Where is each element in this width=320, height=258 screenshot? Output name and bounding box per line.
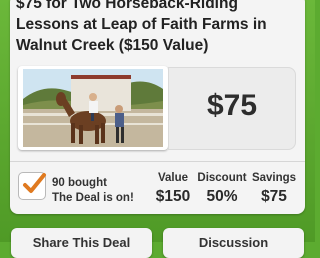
deal-photo[interactable] xyxy=(23,69,163,147)
stat-value-savings: $75 xyxy=(261,188,287,205)
stat-value-discount: 50% xyxy=(206,188,238,205)
deal-photo-frame[interactable] xyxy=(18,66,168,150)
bought-count: 90 bought xyxy=(52,177,107,189)
deal-price: $75 xyxy=(206,89,258,122)
price-box: $75 xyxy=(168,67,296,150)
deal-status: 90 bought The Deal is on! xyxy=(52,176,134,206)
stat-value-value: $150 xyxy=(155,188,191,205)
divider xyxy=(10,161,305,162)
stat-label-savings: Savings xyxy=(251,172,297,184)
deal-status-text: The Deal is on! xyxy=(52,192,134,204)
stat-label-discount: Discount xyxy=(197,172,247,184)
share-deal-button[interactable]: Share This Deal xyxy=(11,228,152,258)
checkmark-icon xyxy=(23,173,46,193)
discussion-button[interactable]: Discussion xyxy=(163,228,304,258)
stat-label-value: Value xyxy=(157,172,189,184)
deal-title: $75 for Two Horseback-Riding Lessons at … xyxy=(16,0,267,54)
deal-on-checkbox xyxy=(18,172,46,200)
